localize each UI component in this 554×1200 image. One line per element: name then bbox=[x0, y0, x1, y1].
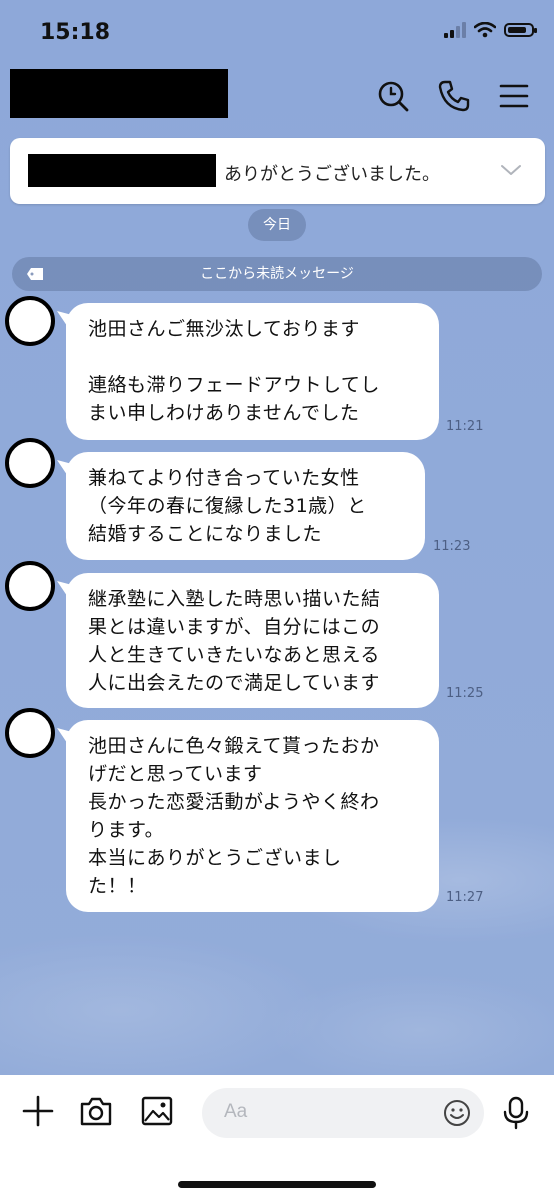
message-bubble[interactable]: 継承塾に入塾した時思い描いた結 果とは違いますが、自分にはこの 人と生きていきた… bbox=[66, 573, 439, 708]
message-time: 11:23 bbox=[433, 539, 471, 554]
image-icon[interactable] bbox=[139, 1093, 175, 1129]
message-input-placeholder: Aa bbox=[224, 1101, 248, 1122]
message-time: 11:25 bbox=[446, 686, 484, 701]
search-icon[interactable] bbox=[375, 78, 411, 114]
wifi-icon bbox=[474, 22, 496, 38]
message-bubble[interactable]: 池田さんご無沙汰しております 連絡も滞りフェードアウトしてし まい申しわけありま… bbox=[66, 303, 439, 440]
message-time: 11:21 bbox=[446, 419, 484, 434]
announcement-text: ありがとうございました。 bbox=[224, 164, 440, 185]
chat-title-redacted bbox=[10, 69, 228, 118]
pinned-announcement[interactable]: ありがとうございました。 bbox=[10, 138, 545, 204]
status-icons bbox=[444, 22, 537, 38]
emoji-icon[interactable] bbox=[442, 1098, 472, 1128]
unread-divider-label: ここから未読メッセージ bbox=[200, 266, 354, 282]
battery-icon bbox=[504, 23, 537, 37]
home-indicator[interactable] bbox=[178, 1181, 376, 1188]
message-input[interactable]: Aa bbox=[202, 1088, 484, 1138]
message-bubble[interactable]: 兼ねてより付き合っていた女性 （今年の春に復縁した31歳）と 結婚することになり… bbox=[66, 452, 425, 560]
date-divider: 今日 bbox=[248, 209, 306, 241]
microphone-icon[interactable] bbox=[498, 1095, 534, 1131]
announcement-sender-redacted bbox=[28, 154, 216, 187]
tag-icon bbox=[27, 268, 43, 280]
unread-divider: ここから未読メッセージ bbox=[12, 257, 542, 291]
avatar[interactable] bbox=[5, 561, 55, 611]
avatar[interactable] bbox=[5, 296, 55, 346]
message-bubble[interactable]: 池田さんに色々鍛えて貰ったおか げだと思っています 長かった恋愛活動がようやく終… bbox=[66, 720, 439, 912]
avatar[interactable] bbox=[5, 708, 55, 758]
chevron-down-icon[interactable] bbox=[499, 160, 523, 180]
signal-icon bbox=[444, 22, 466, 38]
plus-icon[interactable] bbox=[20, 1093, 56, 1129]
phone-icon[interactable] bbox=[436, 78, 472, 114]
menu-icon[interactable] bbox=[496, 78, 532, 114]
avatar[interactable] bbox=[5, 438, 55, 488]
camera-icon[interactable] bbox=[78, 1093, 114, 1129]
message-time: 11:27 bbox=[446, 890, 484, 905]
status-time: 15:18 bbox=[40, 20, 111, 45]
